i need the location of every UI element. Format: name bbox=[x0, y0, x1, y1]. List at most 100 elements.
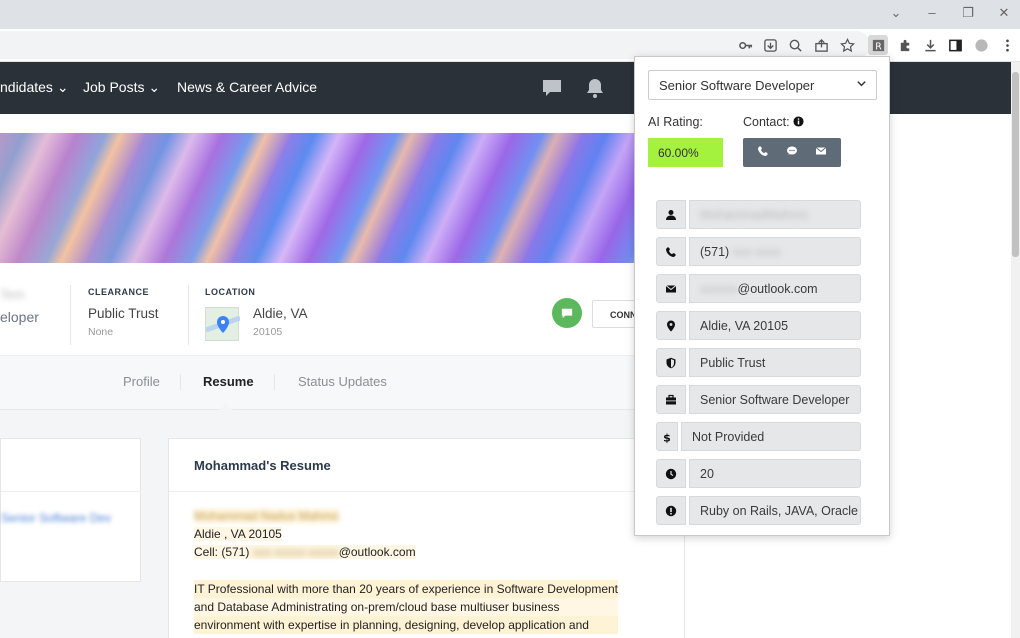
envelope-icon[interactable] bbox=[815, 144, 827, 162]
scrollbar-thumb[interactable] bbox=[1012, 72, 1019, 257]
field-email-value: xxxxxx@outlook.com bbox=[689, 274, 861, 303]
chat-icon bbox=[561, 308, 573, 319]
extension-popup: Senior Software Developer AI Rating: 60.… bbox=[634, 56, 890, 536]
name-blurred: MohammadMahmo bbox=[700, 208, 808, 222]
tab-status-updates[interactable]: Status Updates bbox=[298, 374, 387, 389]
chat-bubble-icon[interactable] bbox=[541, 77, 563, 99]
phone-icon bbox=[656, 237, 686, 266]
tab-resume[interactable]: Resume bbox=[203, 374, 254, 389]
clock-icon bbox=[656, 459, 686, 488]
browser-titlebar: ⌄ – ❐ ✕ bbox=[0, 0, 1020, 29]
info-icon bbox=[793, 116, 804, 127]
clearance-sub: None bbox=[88, 326, 114, 338]
clearance-value: Public Trust bbox=[88, 306, 159, 321]
minimize-icon[interactable]: – bbox=[914, 3, 950, 23]
download-icon[interactable] bbox=[920, 35, 940, 55]
profile-info-row: Tem eloper CLEARANCE Public Trust None L… bbox=[0, 263, 685, 355]
tab-profile[interactable]: Profile bbox=[123, 374, 160, 389]
resume-card: Mohammad's Resume Mohammad Nadus Mahmo A… bbox=[168, 438, 686, 638]
field-name: MohammadMahmo bbox=[656, 200, 861, 229]
chevron-down-icon bbox=[856, 77, 867, 92]
field-salary-value: Not Provided bbox=[681, 422, 861, 451]
resume-heading: Mohammad's Resume bbox=[194, 458, 331, 473]
briefcase-icon bbox=[656, 385, 686, 414]
svg-text:R: R bbox=[875, 41, 882, 52]
install-icon[interactable] bbox=[760, 35, 780, 55]
field-name-value: MohammadMahmo bbox=[689, 200, 861, 229]
envelope-icon bbox=[656, 274, 686, 303]
star-icon[interactable] bbox=[837, 35, 857, 55]
field-skills-value: Ruby on Rails, JAVA, Oracle bbox=[689, 496, 861, 525]
profile-icon[interactable] bbox=[971, 35, 991, 55]
key-icon[interactable] bbox=[735, 35, 755, 55]
field-experience-value: 20 bbox=[689, 459, 861, 488]
nav-item-news[interactable]: News & Career Advice bbox=[177, 79, 317, 95]
field-location-value: Aldie, VA 20105 bbox=[689, 311, 861, 340]
nav-item-job-posts[interactable]: Job Posts ⌄ bbox=[83, 79, 160, 96]
side-card-link-blurred[interactable]: Senior Software Dev bbox=[1, 511, 111, 525]
maximize-icon[interactable]: ❐ bbox=[950, 3, 986, 23]
profile-title: eloper bbox=[0, 309, 39, 325]
field-email: xxxxxx@outlook.com bbox=[656, 274, 861, 303]
ai-rating-label: AI Rating: bbox=[648, 115, 703, 129]
bell-icon[interactable] bbox=[584, 77, 606, 99]
location-label: LOCATION bbox=[205, 287, 256, 297]
location-zip: 20105 bbox=[253, 326, 283, 338]
map-thumbnail bbox=[205, 307, 241, 341]
profile-banner-image bbox=[0, 133, 685, 263]
field-salary: $ Not Provided bbox=[656, 422, 861, 451]
share-icon[interactable] bbox=[811, 35, 831, 55]
chevron-down-icon: ⌄ bbox=[148, 79, 161, 95]
user-icon bbox=[656, 200, 686, 229]
dollar-icon: $ bbox=[656, 422, 678, 451]
field-job-title-value: Senior Software Developer bbox=[689, 385, 861, 414]
close-icon[interactable]: ✕ bbox=[986, 3, 1020, 23]
field-clearance-value: Public Trust bbox=[689, 348, 861, 377]
field-experience: 20 bbox=[656, 459, 861, 488]
exclamation-icon bbox=[656, 496, 686, 525]
resume-name-blurred: Mohammad Nadus Mahmo bbox=[194, 509, 339, 523]
page-scrollbar[interactable] bbox=[1011, 62, 1020, 638]
resume-cell-blurred: xxx-xxxxx-xxxxx bbox=[252, 545, 339, 559]
chevron-down-icon[interactable]: ⌄ bbox=[878, 3, 914, 23]
active-tab-indicator bbox=[219, 403, 233, 410]
menu-icon[interactable] bbox=[997, 35, 1017, 55]
content-area: Senior Software Dev Mohammad's Resume Mo… bbox=[0, 410, 686, 638]
contact-button-group bbox=[743, 138, 841, 167]
phone-blurred: xxx-xxxx bbox=[732, 245, 781, 259]
field-skills: Ruby on Rails, JAVA, Oracle bbox=[656, 496, 861, 525]
resume-summary: IT Professional with more than 20 years … bbox=[194, 580, 618, 634]
email-blurred: xxxxxx bbox=[700, 282, 738, 296]
field-phone: (571) xxx-xxxx bbox=[656, 237, 861, 266]
nav-item-candidates[interactable]: ndidates ⌄ bbox=[0, 79, 69, 96]
shield-icon bbox=[656, 348, 686, 377]
puzzle-icon[interactable] bbox=[895, 35, 915, 55]
field-clearance: Public Trust bbox=[656, 348, 861, 377]
chat-icon[interactable] bbox=[786, 144, 798, 162]
divider bbox=[169, 491, 686, 492]
resume-cell: Cell: (571) xxx-xxxxx-xxxxx@outlook.com bbox=[194, 545, 416, 559]
role-select[interactable]: Senior Software Developer bbox=[648, 70, 877, 100]
phone-icon[interactable] bbox=[757, 144, 769, 162]
ai-rating-value: 60.00% bbox=[648, 138, 723, 167]
map-pin-icon bbox=[217, 316, 229, 333]
contact-label: Contact: bbox=[743, 115, 804, 129]
extension-r-icon[interactable]: R bbox=[868, 35, 888, 55]
clearance-label: CLEARANCE bbox=[88, 287, 150, 297]
profile-tabs: Profile Resume Status Updates bbox=[0, 355, 685, 410]
svg-text:$: $ bbox=[663, 431, 671, 443]
location-city: Aldie, VA bbox=[253, 306, 308, 321]
sidepanel-icon[interactable] bbox=[945, 35, 965, 55]
side-card: Senior Software Dev bbox=[0, 438, 141, 582]
field-location: Aldie, VA 20105 bbox=[656, 311, 861, 340]
divider bbox=[180, 374, 181, 390]
field-phone-value: (571) xxx-xxxx bbox=[689, 237, 861, 266]
message-button[interactable] bbox=[552, 298, 582, 328]
profile-name-blurred: Tem bbox=[0, 287, 25, 302]
divider bbox=[274, 374, 275, 390]
divider bbox=[188, 285, 189, 345]
resume-city: Aldie , VA 20105 bbox=[194, 527, 282, 541]
zoom-icon[interactable] bbox=[785, 35, 805, 55]
field-job-title: Senior Software Developer bbox=[656, 385, 861, 414]
divider bbox=[70, 285, 71, 345]
